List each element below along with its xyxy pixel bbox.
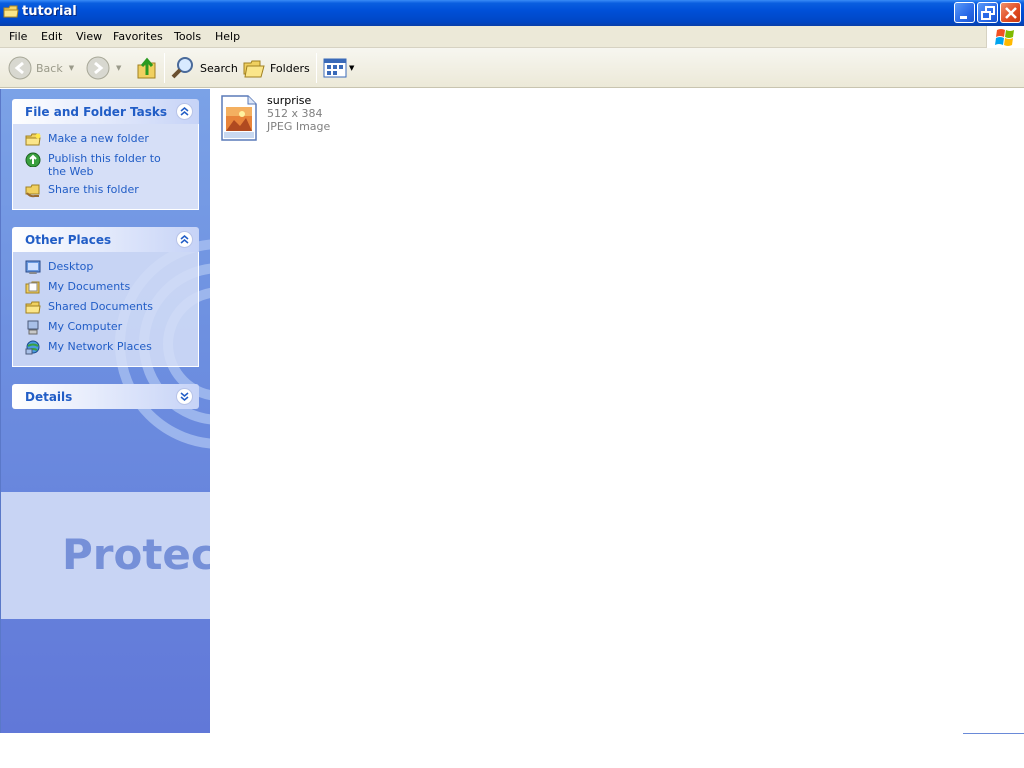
windows-logo-icon <box>986 26 1024 48</box>
window-title: tutorial <box>22 4 77 19</box>
watermark-text: Protec <box>62 530 210 579</box>
back-button[interactable]: Back ▼ <box>8 54 74 82</box>
place-label: My Documents <box>48 280 131 293</box>
toolbar-separator <box>164 53 165 83</box>
task-publish-web[interactable]: Publish this folder to the Web <box>13 150 198 181</box>
other-places-header[interactable]: Other Places <box>12 227 199 252</box>
menu-bar: File Edit View Favorites Tools Help <box>0 26 1024 48</box>
folders-icon <box>243 60 265 78</box>
desktop-icon <box>25 260 41 274</box>
folders-label: Folders <box>270 61 310 75</box>
collapse-chevron-icon[interactable] <box>176 231 193 248</box>
task-label: Publish this folder to the Web <box>48 152 161 178</box>
task-label: Share this folder <box>48 183 139 196</box>
file-folder-tasks-panel: File and Folder Tasks Make a new folder … <box>12 99 199 210</box>
bottom-strip <box>0 733 1024 768</box>
task-share-folder[interactable]: Share this folder <box>13 181 198 201</box>
back-label: Back <box>36 61 63 75</box>
menu-view[interactable]: View <box>76 30 102 43</box>
pane-edge <box>0 89 1 733</box>
menu-file[interactable]: File <box>9 30 27 43</box>
file-item[interactable]: surprise 512 x 384 JPEG Image <box>220 94 330 142</box>
minimize-button[interactable] <box>954 2 975 23</box>
search-icon <box>171 57 193 79</box>
file-folder-tasks-body: Make a new folder Publish this folder to… <box>12 124 199 210</box>
up-folder-icon <box>137 57 156 79</box>
forward-arrow-icon <box>86 56 110 80</box>
network-places-icon <box>25 340 40 355</box>
menu-favorites[interactable]: Favorites <box>113 30 163 43</box>
expand-chevron-icon[interactable] <box>176 388 193 405</box>
back-arrow-icon <box>8 56 32 80</box>
shared-documents-icon <box>25 301 41 314</box>
place-my-computer[interactable]: My Computer <box>13 318 198 338</box>
title-bar[interactable]: tutorial <box>0 0 1024 26</box>
other-places-panel: Other Places Desktop My Documents Shared… <box>12 227 199 367</box>
my-documents-icon <box>25 281 40 294</box>
task-make-new-folder[interactable]: Make a new folder <box>13 130 198 150</box>
file-list-area[interactable]: surprise 512 x 384 JPEG Image <box>210 89 1024 733</box>
back-dropdown-icon[interactable]: ▼ <box>69 64 74 72</box>
toolbar: Back ▼ ▼ Search Folders ▼ <box>0 48 1024 88</box>
menu-tools[interactable]: Tools <box>174 30 201 43</box>
place-my-documents[interactable]: My Documents <box>13 278 198 298</box>
place-network-places[interactable]: My Network Places <box>13 338 198 358</box>
views-icon <box>323 58 347 78</box>
file-name: surprise <box>267 94 312 107</box>
forward-button[interactable]: ▼ <box>86 54 121 82</box>
place-label: Shared Documents <box>48 300 153 313</box>
restore-button[interactable] <box>977 2 998 23</box>
views-button[interactable]: ▼ <box>323 54 354 82</box>
place-shared-documents[interactable]: Shared Documents <box>13 298 198 318</box>
panel-title: Details <box>25 390 73 404</box>
menu-help[interactable]: Help <box>215 30 240 43</box>
place-label: My Network Places <box>48 340 152 353</box>
menu-edit[interactable]: Edit <box>41 30 62 43</box>
panel-title: Other Places <box>25 233 112 247</box>
publish-web-icon <box>25 152 41 167</box>
task-pane: Protec File and Folder Tasks Make a new … <box>0 89 210 733</box>
up-button[interactable] <box>135 54 159 82</box>
folder-icon <box>3 5 19 18</box>
watermark-band: Protec <box>0 492 210 619</box>
place-label: Desktop <box>48 260 94 273</box>
my-computer-icon <box>27 320 39 335</box>
other-places-body: Desktop My Documents Shared Documents My… <box>12 252 199 367</box>
place-label: My Computer <box>48 320 123 333</box>
taskbar-edge <box>963 733 1024 734</box>
search-button[interactable]: Search <box>170 54 238 82</box>
file-info: surprise 512 x 384 JPEG Image <box>267 94 330 142</box>
folders-button[interactable]: Folders <box>242 54 310 82</box>
file-folder-tasks-header[interactable]: File and Folder Tasks <box>12 99 199 124</box>
file-dimensions: 512 x 384 <box>267 107 323 120</box>
forward-dropdown-icon[interactable]: ▼ <box>116 64 121 72</box>
toolbar-separator <box>316 53 317 83</box>
search-label: Search <box>200 61 238 75</box>
new-folder-icon <box>25 133 41 146</box>
file-type: JPEG Image <box>267 120 331 133</box>
collapse-chevron-icon[interactable] <box>176 103 193 120</box>
details-panel: Details <box>12 384 199 409</box>
views-dropdown-icon[interactable]: ▼ <box>349 64 354 72</box>
share-folder-icon <box>25 184 40 198</box>
close-button[interactable] <box>1000 2 1021 23</box>
place-desktop[interactable]: Desktop <box>13 258 198 278</box>
details-header[interactable]: Details <box>12 384 199 409</box>
task-label: Make a new folder <box>48 132 149 145</box>
panel-title: File and Folder Tasks <box>25 105 168 119</box>
jpeg-image-icon <box>220 94 258 142</box>
